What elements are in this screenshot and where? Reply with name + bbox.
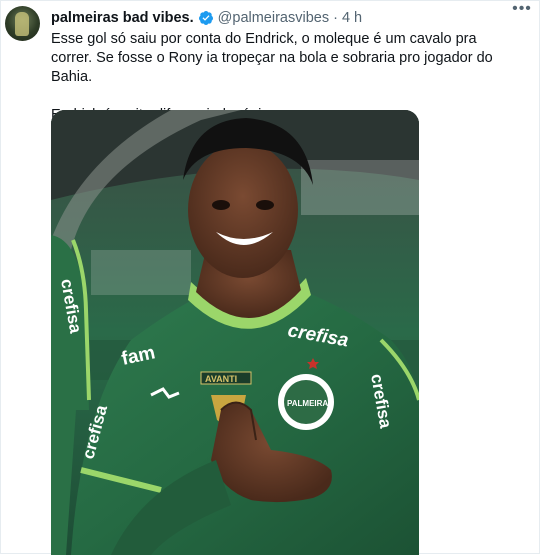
tweet-header: palmeiras bad vibes. @palmeirasvibes · 4… xyxy=(51,8,529,28)
verified-badge-icon xyxy=(198,11,213,25)
tweet-photo[interactable]: crefisa crefisa fam AVANTI PALMEIRAS cre… xyxy=(51,110,419,555)
more-horizontal-icon[interactable]: ••• xyxy=(511,1,533,19)
player-photo: crefisa crefisa fam AVANTI PALMEIRAS cre… xyxy=(51,110,419,555)
tweet-paragraph: Esse gol só saiu por conta do Endrick, o… xyxy=(51,31,493,85)
badge-text: PALMEIRAS xyxy=(287,399,334,408)
patch-text: AVANTI xyxy=(205,374,237,384)
author-name[interactable]: palmeiras bad vibes. xyxy=(51,10,194,26)
author-avatar[interactable] xyxy=(5,6,40,41)
tweet-card[interactable]: palmeiras bad vibes. @palmeirasvibes · 4… xyxy=(0,0,540,555)
author-handle[interactable]: @palmeirasvibes xyxy=(218,10,329,26)
separator-dot: · xyxy=(333,10,338,26)
tweet-timestamp[interactable]: 4 h xyxy=(342,10,362,26)
